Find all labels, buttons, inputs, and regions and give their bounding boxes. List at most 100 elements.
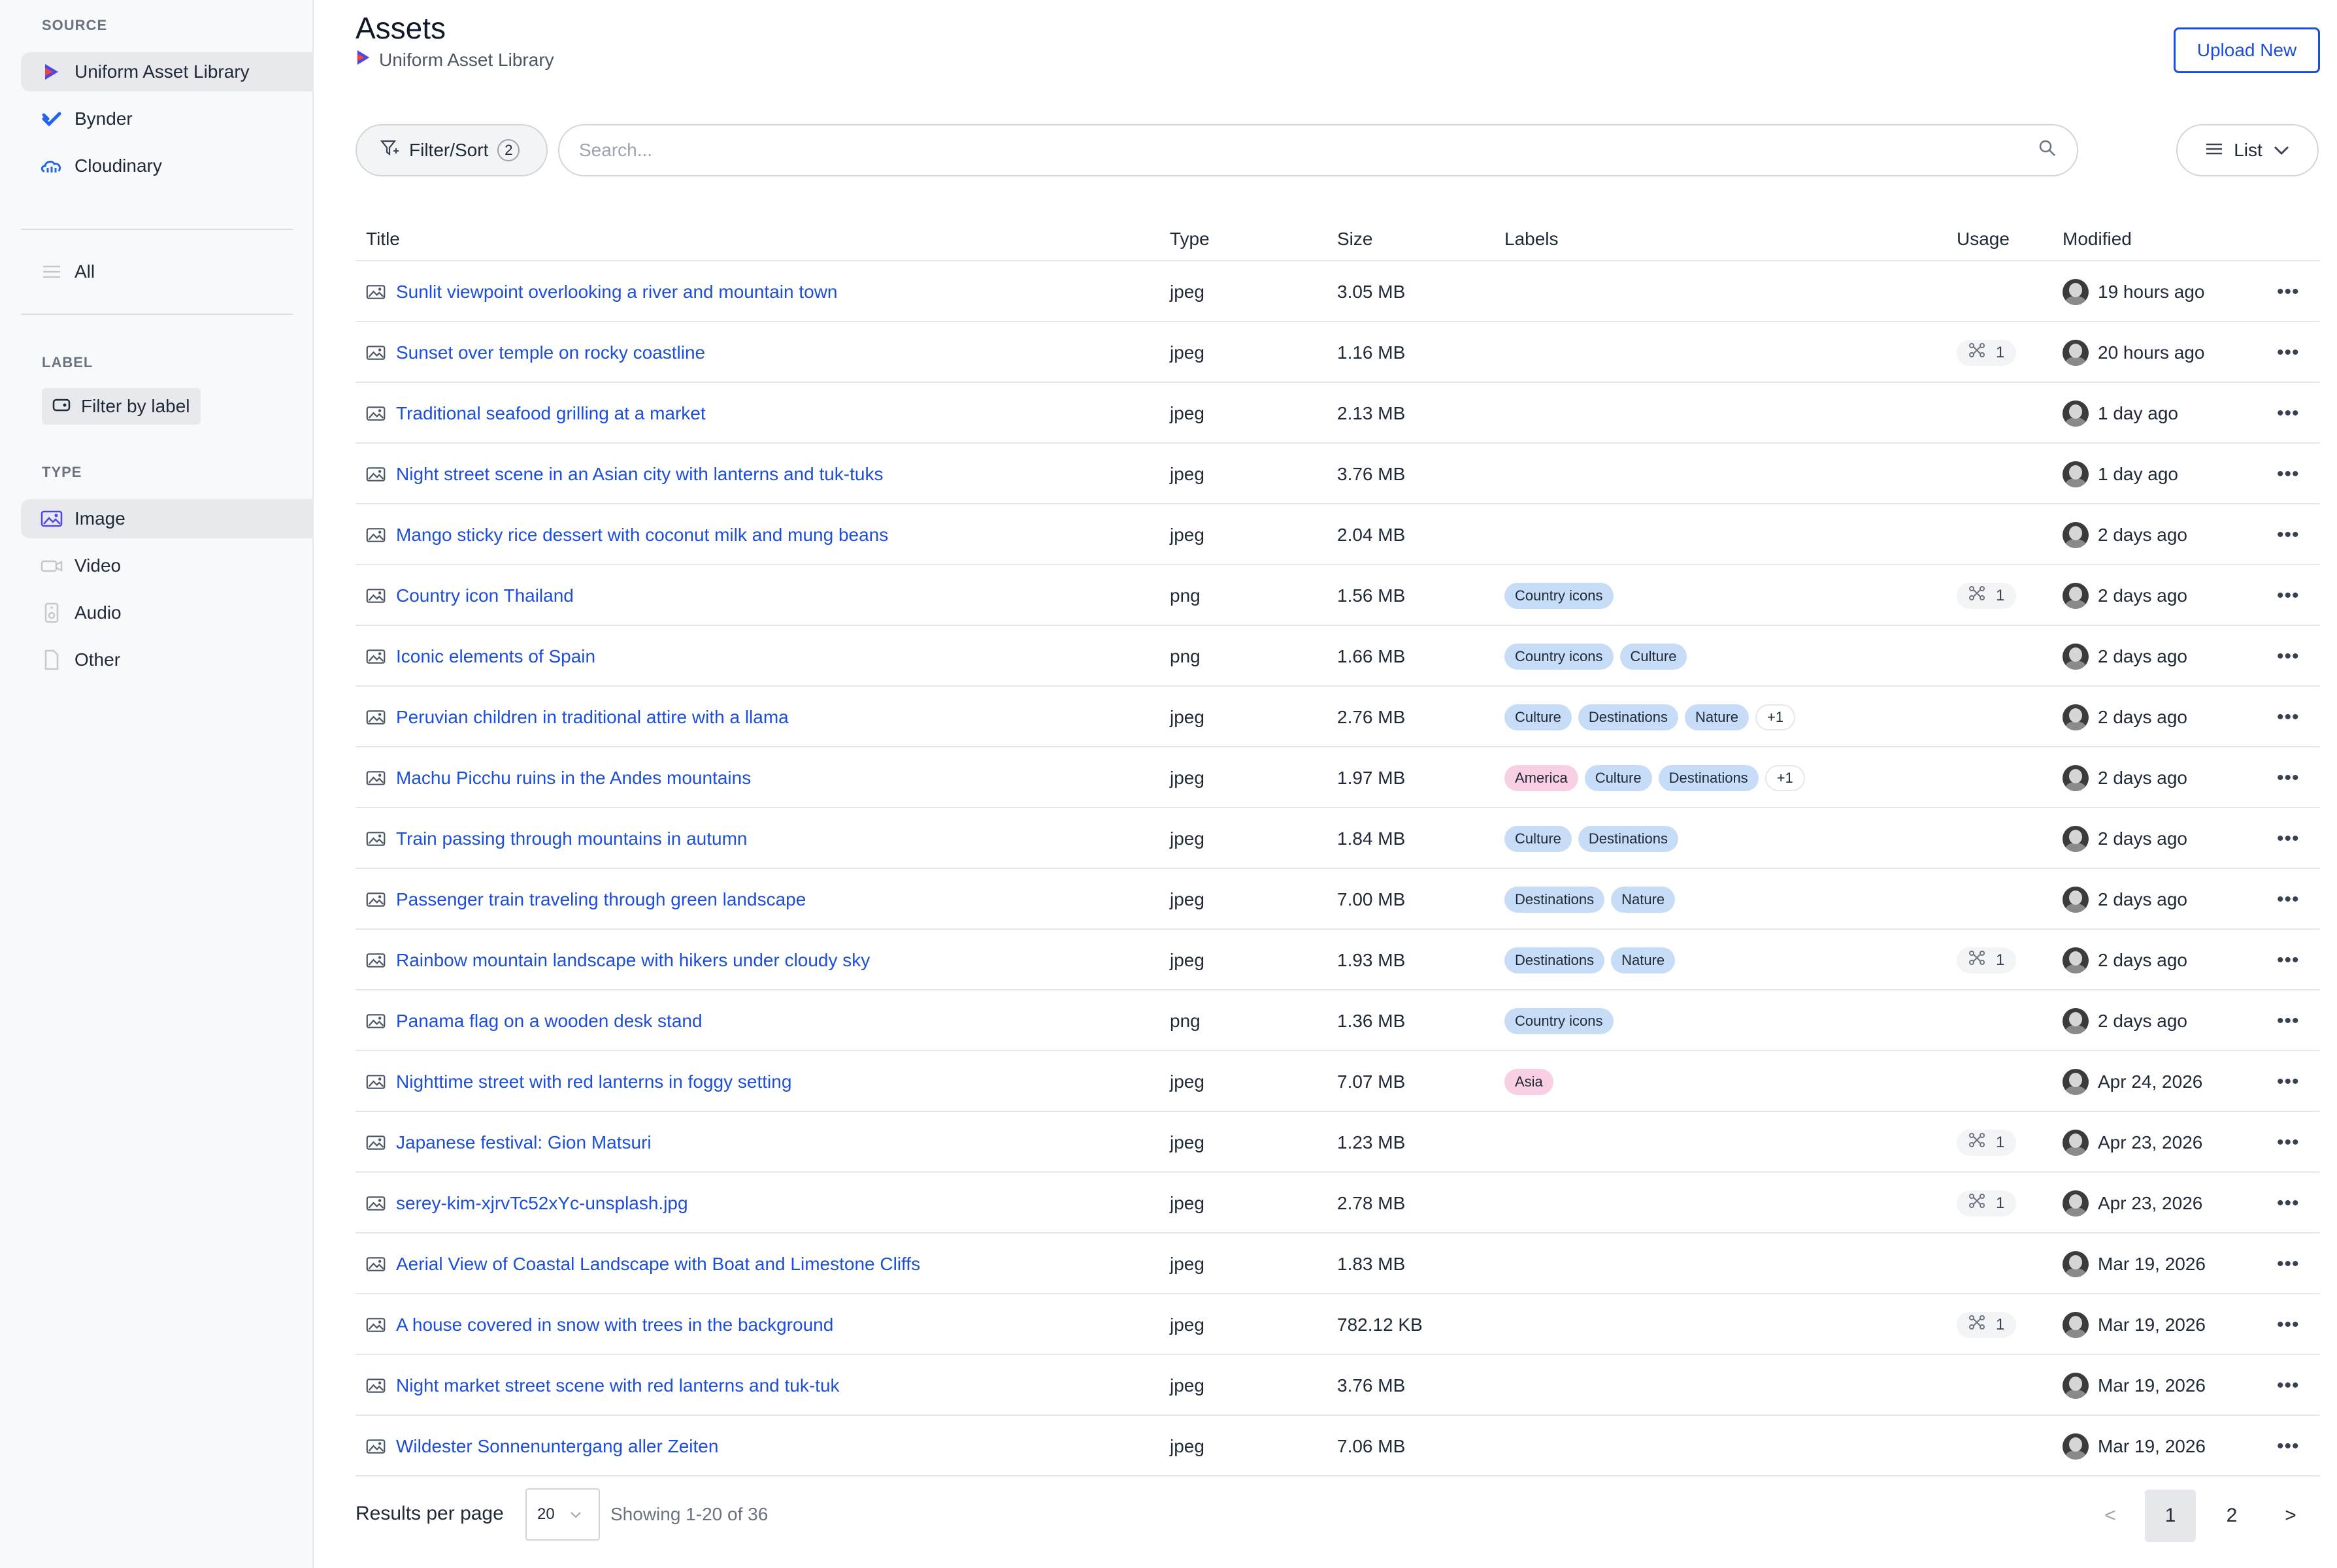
asset-title-link[interactable]: Nighttime street with red lanterns in fo…	[396, 1071, 791, 1092]
type-item-video[interactable]: Video	[21, 546, 314, 585]
asset-title-link[interactable]: Train passing through mountains in autum…	[396, 828, 748, 849]
row-actions-button[interactable]: •••	[2277, 322, 2300, 383]
source-item-cloudinary[interactable]: Cloudinary	[21, 146, 314, 186]
row-actions-button[interactable]: •••	[2277, 565, 2300, 626]
row-actions-button[interactable]: •••	[2277, 1173, 2300, 1233]
table-row[interactable]: Wildester Sonnenuntergang aller Zeiten j…	[356, 1416, 2320, 1477]
asset-title-link[interactable]: Japanese festival: Gion Matsuri	[396, 1132, 652, 1153]
row-actions-button[interactable]: •••	[2277, 990, 2300, 1051]
asset-title-link[interactable]: Mango sticky rice dessert with coconut m…	[396, 525, 888, 546]
asset-title-cell[interactable]: Mango sticky rice dessert with coconut m…	[366, 504, 888, 565]
row-actions-button[interactable]: •••	[2277, 1233, 2300, 1294]
asset-title-cell[interactable]: Sunlit viewpoint overlooking a river and…	[366, 261, 838, 322]
column-header-title[interactable]: Title	[366, 229, 400, 250]
asset-title-cell[interactable]: Night market street scene with red lante…	[366, 1355, 840, 1416]
prev-page-button[interactable]: <	[2089, 1490, 2132, 1542]
asset-title-link[interactable]: Sunlit viewpoint overlooking a river and…	[396, 282, 838, 302]
asset-title-cell[interactable]: Rainbow mountain landscape with hikers u…	[366, 930, 870, 990]
table-row[interactable]: Machu Picchu ruins in the Andes mountain…	[356, 747, 2320, 808]
row-actions-button[interactable]: •••	[2277, 747, 2300, 808]
asset-title-cell[interactable]: Night street scene in an Asian city with…	[366, 444, 884, 504]
table-row[interactable]: Aerial View of Coastal Landscape with Bo…	[356, 1233, 2320, 1294]
sidebar-item-all[interactable]: All	[21, 252, 314, 291]
table-row[interactable]: Rainbow mountain landscape with hikers u…	[356, 930, 2320, 990]
page-2-button[interactable]: 2	[2209, 1490, 2255, 1542]
asset-title-link[interactable]: serey-kim-xjrvTc52xYc-unsplash.jpg	[396, 1193, 688, 1214]
row-actions-button[interactable]: •••	[2277, 383, 2300, 444]
filter-by-label-button[interactable]: Filter by label	[42, 388, 201, 425]
row-actions-button[interactable]: •••	[2277, 687, 2300, 747]
asset-title-link[interactable]: Iconic elements of Spain	[396, 646, 595, 667]
filter-sort-button[interactable]: Filter/Sort 2	[356, 124, 548, 176]
row-actions-button[interactable]: •••	[2277, 1051, 2300, 1112]
row-actions-button[interactable]: •••	[2277, 1294, 2300, 1355]
asset-title-cell[interactable]: Passenger train traveling through green …	[366, 869, 806, 930]
search-input[interactable]	[579, 140, 2038, 161]
asset-title-cell[interactable]: Japanese festival: Gion Matsuri	[366, 1112, 652, 1173]
asset-title-cell[interactable]: Sunset over temple on rocky coastline	[366, 322, 705, 383]
asset-title-cell[interactable]: Panama flag on a wooden desk stand	[366, 990, 703, 1051]
asset-title-cell[interactable]: Aerial View of Coastal Landscape with Bo…	[366, 1233, 920, 1294]
asset-title-link[interactable]: Traditional seafood grilling at a market	[396, 403, 706, 424]
asset-title-cell[interactable]: serey-kim-xjrvTc52xYc-unsplash.jpg	[366, 1173, 688, 1233]
type-item-other[interactable]: Other	[21, 640, 314, 679]
table-row[interactable]: Night street scene in an Asian city with…	[356, 444, 2320, 504]
usage-badge[interactable]: 1	[1957, 1190, 2017, 1217]
table-row[interactable]: Traditional seafood grilling at a market…	[356, 383, 2320, 444]
source-item-bynder[interactable]: Bynder	[21, 99, 314, 139]
type-item-audio[interactable]: Audio	[21, 593, 314, 632]
upload-new-button[interactable]: Upload New	[2174, 27, 2320, 73]
page-size-select[interactable]: 20	[525, 1488, 600, 1541]
asset-title-cell[interactable]: Peruvian children in traditional attire …	[366, 687, 789, 747]
table-row[interactable]: Passenger train traveling through green …	[356, 869, 2320, 930]
row-actions-button[interactable]: •••	[2277, 444, 2300, 504]
table-row[interactable]: serey-kim-xjrvTc52xYc-unsplash.jpg jpeg …	[356, 1173, 2320, 1233]
asset-title-cell[interactable]: Country icon Thailand	[366, 565, 574, 626]
type-item-image[interactable]: Image	[21, 499, 314, 538]
page-1-button[interactable]: 1	[2145, 1490, 2196, 1542]
table-row[interactable]: Train passing through mountains in autum…	[356, 808, 2320, 869]
usage-badge[interactable]: 1	[1957, 1129, 2017, 1156]
asset-title-link[interactable]: Rainbow mountain landscape with hikers u…	[396, 950, 870, 971]
asset-title-link[interactable]: Machu Picchu ruins in the Andes mountain…	[396, 768, 751, 789]
row-actions-button[interactable]: •••	[2277, 869, 2300, 930]
asset-title-link[interactable]: Wildester Sonnenuntergang aller Zeiten	[396, 1436, 718, 1457]
asset-title-link[interactable]: Passenger train traveling through green …	[396, 889, 806, 910]
usage-badge[interactable]: 1	[1957, 582, 2017, 609]
table-row[interactable]: Sunlit viewpoint overlooking a river and…	[356, 261, 2320, 322]
asset-title-cell[interactable]: Traditional seafood grilling at a market	[366, 383, 706, 444]
asset-title-cell[interactable]: A house covered in snow with trees in th…	[366, 1294, 833, 1355]
row-actions-button[interactable]: •••	[2277, 504, 2300, 565]
table-row[interactable]: Panama flag on a wooden desk stand png 1…	[356, 990, 2320, 1051]
table-row[interactable]: Iconic elements of Spain png 1.66 MB Cou…	[356, 626, 2320, 687]
next-page-button[interactable]: >	[2268, 1490, 2313, 1542]
search-icon[interactable]	[2038, 139, 2057, 163]
table-row[interactable]: Peruvian children in traditional attire …	[356, 687, 2320, 747]
row-actions-button[interactable]: •••	[2277, 930, 2300, 990]
table-row[interactable]: Japanese festival: Gion Matsuri jpeg 1.2…	[356, 1112, 2320, 1173]
asset-title-link[interactable]: Night street scene in an Asian city with…	[396, 464, 884, 485]
asset-title-link[interactable]: Country icon Thailand	[396, 585, 574, 606]
source-item-uniform[interactable]: Uniform Asset Library	[21, 52, 314, 91]
usage-badge[interactable]: 1	[1957, 339, 2017, 366]
column-header-modified[interactable]: Modified	[2063, 229, 2132, 250]
table-row[interactable]: Nighttime street with red lanterns in fo…	[356, 1051, 2320, 1112]
usage-badge[interactable]: 1	[1957, 1311, 2017, 1338]
asset-title-link[interactable]: Aerial View of Coastal Landscape with Bo…	[396, 1254, 920, 1275]
view-toggle-button[interactable]: List	[2176, 124, 2319, 176]
asset-title-cell[interactable]: Train passing through mountains in autum…	[366, 808, 748, 869]
asset-title-link[interactable]: A house covered in snow with trees in th…	[396, 1315, 833, 1335]
row-actions-button[interactable]: •••	[2277, 1355, 2300, 1416]
row-actions-button[interactable]: •••	[2277, 261, 2300, 322]
asset-title-link[interactable]: Sunset over temple on rocky coastline	[396, 342, 705, 363]
asset-title-cell[interactable]: Nighttime street with red lanterns in fo…	[366, 1051, 791, 1112]
row-actions-button[interactable]: •••	[2277, 1112, 2300, 1173]
asset-title-cell[interactable]: Machu Picchu ruins in the Andes mountain…	[366, 747, 751, 808]
asset-title-link[interactable]: Panama flag on a wooden desk stand	[396, 1011, 703, 1032]
table-row[interactable]: Country icon Thailand png 1.56 MB Countr…	[356, 565, 2320, 626]
table-row[interactable]: Night market street scene with red lante…	[356, 1355, 2320, 1416]
asset-title-cell[interactable]: Wildester Sonnenuntergang aller Zeiten	[366, 1416, 718, 1477]
row-actions-button[interactable]: •••	[2277, 1416, 2300, 1477]
search-box[interactable]	[558, 124, 2078, 176]
asset-title-link[interactable]: Peruvian children in traditional attire …	[396, 707, 789, 728]
